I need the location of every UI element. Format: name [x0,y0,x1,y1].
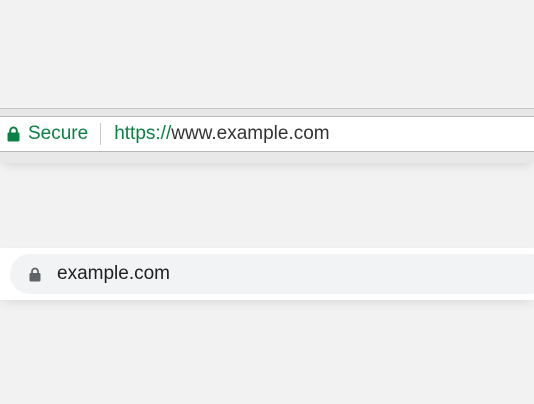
lock-icon[interactable] [28,266,42,282]
old-style-omnibox[interactable]: Secure https://www.example.com [0,116,534,152]
old-style-toolbar: Secure https://www.example.com [0,108,534,163]
url-scheme: https:// [114,123,172,144]
url-text[interactable]: example.com [57,263,170,285]
new-style-toolbar: example.com [0,248,534,300]
url-host: www.example.com [171,123,330,144]
omnibox-divider [100,123,102,145]
lock-icon[interactable] [6,126,20,142]
secure-label[interactable]: Secure [28,123,88,145]
url-text[interactable]: https://www.example.com [114,123,329,145]
new-style-omnibox[interactable]: example.com [10,254,534,294]
